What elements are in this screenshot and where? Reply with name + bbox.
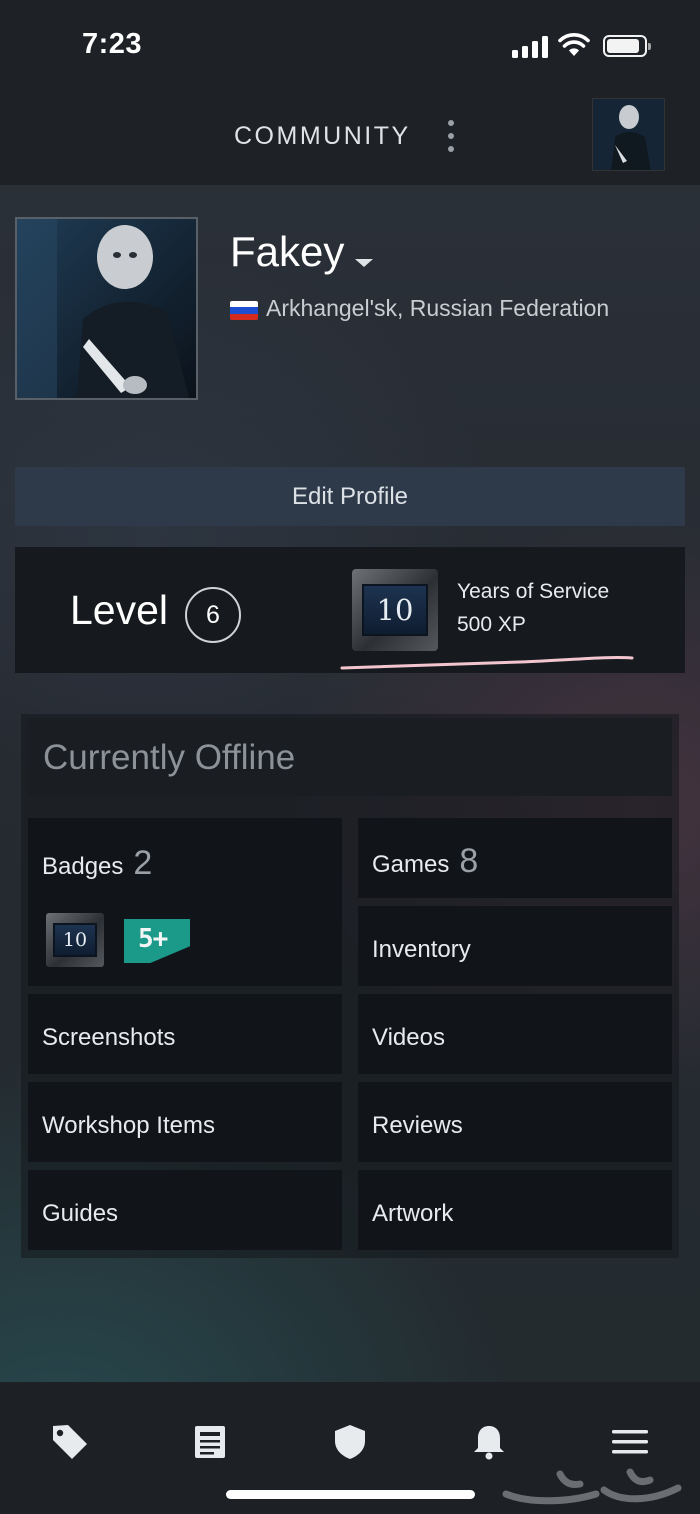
tile-guides[interactable]: Guides [28, 1170, 342, 1250]
app-header: COMMUNITY [0, 90, 700, 185]
cellular-signal-icon [512, 36, 548, 58]
home-indicator[interactable] [226, 1490, 475, 1499]
tile-artwork[interactable]: Artwork [358, 1170, 672, 1250]
online-status-row: Currently Offline [28, 718, 672, 796]
badge-xp: 500 XP [457, 613, 526, 636]
tag-icon[interactable] [50, 1422, 90, 1462]
status-time: 7:23 [82, 28, 143, 60]
badges-label: Badges [42, 853, 124, 880]
reviews-label: Reviews [372, 1112, 463, 1139]
games-owned-badge-icon[interactable]: 5+ [124, 919, 190, 963]
handwritten-underline-annotation [340, 655, 634, 670]
games-badge-text: 5+ [138, 924, 168, 954]
tile-badges[interactable]: Badges 2 10 5+ [28, 818, 342, 986]
level-badge: 6 [185, 587, 241, 643]
guides-label: Guides [42, 1200, 119, 1227]
profile-username[interactable]: Fakey [230, 228, 344, 276]
badge-number: 10 [362, 584, 428, 636]
years-badge-number: 10 [53, 923, 97, 957]
tile-workshop-items[interactable]: Workshop Items [28, 1082, 342, 1162]
games-count: 8 [459, 842, 479, 880]
profile-avatar[interactable] [15, 217, 198, 400]
tile-games[interactable]: Games 8 [358, 818, 672, 898]
tile-reviews[interactable]: Reviews [358, 1082, 672, 1162]
bell-icon[interactable] [469, 1422, 509, 1462]
kebab-menu-icon[interactable] [445, 120, 457, 152]
screenshots-label: Screenshots [42, 1024, 176, 1051]
badge-title: Years of Service [457, 580, 610, 603]
shield-icon[interactable] [330, 1422, 370, 1462]
years-of-service-badge-icon[interactable]: 10 [352, 569, 438, 651]
watermark-logo [502, 1468, 682, 1505]
header-title: COMMUNITY [234, 122, 411, 150]
hamburger-menu-icon[interactable] [610, 1422, 650, 1462]
battery-icon [603, 35, 651, 57]
badges-count: 2 [133, 844, 153, 882]
tile-videos[interactable]: Videos [358, 994, 672, 1074]
wifi-icon [558, 33, 590, 56]
tile-games-label: Games 8 [372, 842, 478, 881]
games-label: Games [372, 851, 450, 878]
artwork-label: Artwork [372, 1200, 454, 1227]
tile-screenshots[interactable]: Screenshots [28, 994, 342, 1074]
videos-label: Videos [372, 1024, 445, 1051]
online-status-text: Currently Offline [43, 738, 296, 777]
inventory-label: Inventory [372, 936, 471, 963]
edit-profile-button[interactable]: Edit Profile [15, 467, 685, 526]
profile-location: Arkhangel'sk, Russian Federation [266, 295, 610, 321]
workshop-items-label: Workshop Items [42, 1112, 215, 1139]
level-label: Level [70, 587, 169, 633]
tile-badges-label: Badges 2 [42, 844, 152, 883]
header-avatar[interactable] [592, 98, 665, 171]
russia-flag-icon [230, 301, 258, 320]
news-icon[interactable] [190, 1422, 230, 1462]
years-badge-icon[interactable]: 10 [46, 913, 104, 967]
status-bar: 7:23 [0, 0, 700, 90]
tile-inventory[interactable]: Inventory [358, 906, 672, 986]
chevron-down-icon[interactable] [355, 259, 373, 267]
